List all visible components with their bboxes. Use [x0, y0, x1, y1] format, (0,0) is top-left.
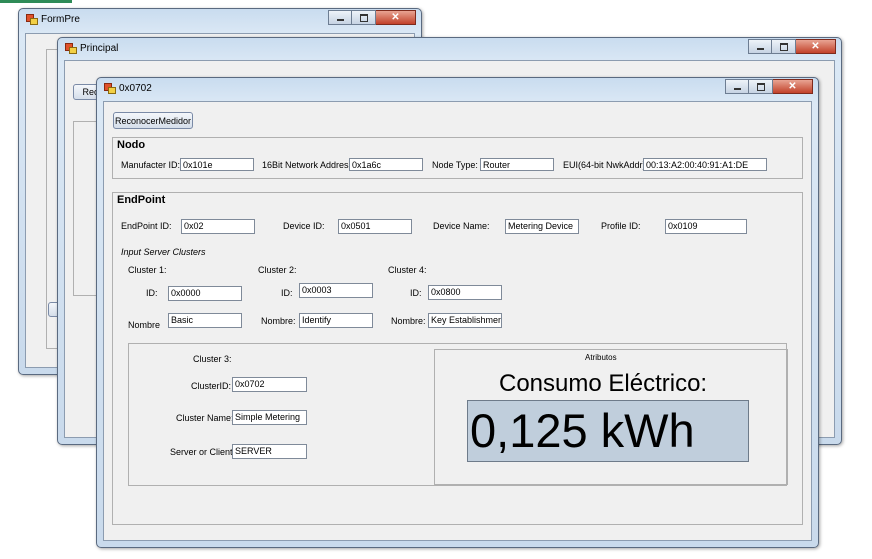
app-icon [26, 14, 38, 25]
principal-window-controls: ✕ [748, 39, 836, 55]
cluster-name-label: Cluster Name: [176, 413, 234, 423]
app-icon [104, 83, 116, 94]
cluster-4-name-field[interactable]: Key Establishment [428, 313, 502, 328]
main-titlebar[interactable]: 0x0702 ✕ [97, 78, 818, 100]
maximize-icon [779, 42, 788, 51]
cluster-3-label: Cluster 3: [193, 354, 232, 364]
node-type-label: Node Type: [432, 160, 478, 170]
main-title: 0x0702 [119, 83, 152, 94]
profile-id-label: Profile ID: [601, 221, 641, 231]
atributos-panel: Atributos Consumo Eléctrico: 0,125 kWh [434, 349, 788, 485]
close-button[interactable]: ✕ [796, 39, 836, 54]
minimize-button[interactable] [725, 79, 749, 94]
minimize-button[interactable] [328, 10, 352, 25]
cluster-2-name-label: Nombre: [261, 316, 296, 326]
atributos-title: Atributos [585, 353, 617, 362]
cluster-2-label: Cluster 2: [258, 265, 297, 275]
cluster-1-id-field[interactable]: 0x0000 [168, 286, 242, 301]
close-icon: ✕ [391, 12, 400, 23]
node-type-field[interactable]: Router [480, 158, 554, 171]
formpre-title: FormPre [41, 14, 80, 25]
cluster-1-name-field[interactable]: Basic [168, 313, 242, 328]
maximize-icon [359, 13, 368, 22]
cluster-4-id-label: ID: [410, 288, 422, 298]
consumo-heading: Consumo Eléctrico: [499, 370, 708, 397]
minimize-icon [756, 47, 764, 50]
formpre-window-controls: ✕ [328, 10, 416, 26]
cluster-2-name-field[interactable]: Identify [299, 313, 373, 328]
close-button[interactable]: ✕ [773, 79, 813, 94]
device-name-field[interactable]: Metering Device [505, 219, 579, 234]
endpoint-id-field[interactable]: 0x02 [181, 219, 255, 234]
endpoint-groupbox: EndPoint EndPoint ID: 0x02 Device ID: 0x… [112, 192, 803, 525]
network-address-label: 16Bit Network Address [262, 160, 354, 170]
manufacturer-id-label: Manufacter ID: [121, 160, 181, 170]
cluster-id-label: ClusterID: [191, 381, 232, 391]
consumption-value-display: 0,125 kWh [467, 400, 749, 462]
cluster-2-id-field[interactable]: 0x0003 [299, 283, 373, 298]
principal-title: Principal [80, 43, 119, 54]
main-window: 0x0702 ✕ ReconocerMedidor Nodo Manufacte… [96, 77, 819, 548]
minimize-button[interactable] [748, 39, 772, 54]
nodo-title: Nodo [116, 139, 147, 151]
profile-id-field[interactable]: 0x0109 [665, 219, 747, 234]
maximize-button[interactable] [772, 39, 796, 54]
top-accent-line [0, 0, 72, 3]
input-server-clusters-label: Input Server Clusters [121, 247, 206, 257]
cluster-4-name-label: Nombre: [391, 316, 426, 326]
cluster-3-panel: Cluster 3: ClusterID: 0x0702 Cluster Nam… [128, 343, 788, 486]
cluster-1-id-label: ID: [146, 288, 158, 298]
device-name-label: Device Name: [433, 221, 490, 231]
close-icon: ✕ [788, 81, 797, 92]
eui-label: EUI(64-bit NwkAddr) [563, 160, 646, 170]
formpre-titlebar[interactable]: FormPre ✕ [19, 9, 421, 31]
network-address-field[interactable]: 0x1a6c [349, 158, 423, 171]
nodo-groupbox: Nodo Manufacter ID: 0x101e 16Bit Network… [112, 137, 803, 179]
main-client: ReconocerMedidor Nodo Manufacter ID: 0x1… [103, 101, 812, 541]
cluster-1-label: Cluster 1: [128, 265, 167, 275]
app-icon [65, 43, 77, 54]
device-id-label: Device ID: [283, 221, 325, 231]
main-window-controls: ✕ [725, 79, 813, 95]
device-id-field[interactable]: 0x0501 [338, 219, 412, 234]
minimize-icon [336, 18, 344, 21]
server-client-label: Server or Client: [170, 447, 236, 457]
cluster-name-field[interactable]: Simple Metering [232, 410, 307, 425]
maximize-button[interactable] [749, 79, 773, 94]
cluster-id-field[interactable]: 0x0702 [232, 377, 307, 392]
minimize-icon [733, 87, 741, 90]
maximize-icon [756, 82, 765, 91]
cluster-4-label: Cluster 4: [388, 265, 427, 275]
cluster-2-id-label: ID: [281, 288, 293, 298]
manufacturer-id-field[interactable]: 0x101e [180, 158, 254, 171]
close-button[interactable]: ✕ [376, 10, 416, 25]
server-client-field[interactable]: SERVER [232, 444, 307, 459]
cluster-1-name-label: Nombre [128, 320, 161, 330]
eui-field[interactable]: 00:13:A2:00:40:91:A1:DE [643, 158, 767, 171]
cluster-4-id-field[interactable]: 0x0800 [428, 285, 502, 300]
close-icon: ✕ [811, 41, 820, 52]
endpoint-id-label: EndPoint ID: [121, 221, 172, 231]
reconocer-medidor-button[interactable]: ReconocerMedidor [113, 112, 193, 129]
maximize-button[interactable] [352, 10, 376, 25]
endpoint-title: EndPoint [116, 194, 167, 206]
principal-titlebar[interactable]: Principal ✕ [58, 38, 841, 60]
